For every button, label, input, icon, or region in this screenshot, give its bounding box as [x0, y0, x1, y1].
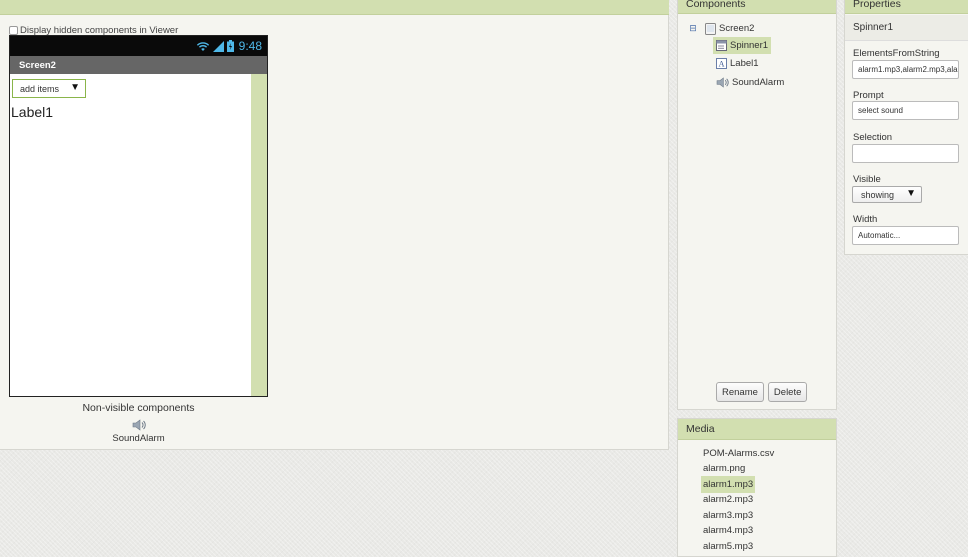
collapse-icon[interactable]: ⊟ [689, 24, 697, 33]
media-item[interactable]: alarm5.mp3 [701, 538, 755, 555]
tree-item-spinner1[interactable]: Spinner1 [713, 37, 772, 54]
phone-preview: 9:48 Screen2 add items ▼ Label1 [9, 35, 268, 397]
rename-button[interactable]: Rename [716, 382, 764, 402]
media-item[interactable]: alarm.png [701, 460, 747, 477]
screen-title-bar: Screen2 [10, 56, 267, 74]
properties-component-name: Spinner1 [845, 15, 968, 41]
properties-panel: Properties Spinner1 ElementsFromString a… [844, 0, 968, 255]
screen-icon [705, 22, 716, 35]
components-header: Components [678, 0, 836, 14]
media-item[interactable]: alarm2.mp3 [701, 491, 755, 508]
selection-label: Selection [853, 132, 893, 143]
phone-content-area: add items ▼ Label1 [10, 74, 251, 396]
dropdown-arrow-icon: ▼ [70, 82, 80, 93]
tree-item-label: Screen2 [719, 23, 755, 34]
media-panel: Media POM-Alarms.csv alarm.png alarm1.mp… [677, 418, 837, 557]
tree-item-label: SoundAlarm [732, 77, 785, 88]
label1-preview[interactable]: Label1 [11, 104, 53, 120]
label-icon: A [716, 58, 727, 69]
status-time: 9:48 [238, 39, 262, 53]
media-header: Media [678, 419, 836, 440]
nonvisible-components-title: Non-visible components [82, 402, 195, 414]
elements-from-string-label: ElementsFromString [853, 48, 940, 59]
phone-scrollbar[interactable] [251, 74, 267, 396]
phone-status-bar: 9:48 [10, 36, 267, 56]
wifi-icon [196, 41, 209, 51]
visible-select[interactable]: showing ▼ [852, 186, 922, 203]
delete-button[interactable]: Delete [767, 382, 808, 402]
signal-icon [212, 40, 224, 52]
components-panel: Components ⊟ Screen2 Spinner1 A Label1 S [677, 0, 837, 410]
viewer-panel: Display hidden components in Viewer 9:48… [0, 0, 669, 450]
battery-icon [226, 40, 234, 52]
speaker-icon[interactable] [132, 419, 146, 431]
selection-input[interactable] [852, 144, 959, 163]
visible-select-value: showing [861, 189, 895, 200]
display-hidden-label: Display hidden components in Viewer [20, 24, 179, 36]
tree-item-label: Label1 [730, 58, 759, 69]
nonvisible-soundalarm-label[interactable]: SoundAlarm [9, 433, 268, 444]
spinner1-preview-text: add items [20, 83, 60, 94]
prompt-label: Prompt [853, 90, 884, 101]
tree-item-soundalarm[interactable]: SoundAlarm [713, 74, 787, 91]
prompt-input[interactable]: select sound [852, 101, 959, 120]
svg-text:A: A [719, 60, 725, 69]
tree-item-screen2[interactable]: Screen2 [702, 20, 757, 37]
visible-label: Visible [853, 174, 881, 185]
viewer-header-bar [0, 0, 669, 15]
elements-from-string-input[interactable]: alarm1.mp3,alarm2.mp3,alarm [852, 60, 959, 79]
dropdown-arrow-icon: ▼ [906, 188, 916, 199]
media-item[interactable]: alarm4.mp3 [701, 522, 755, 539]
display-hidden-checkbox[interactable] [9, 25, 18, 35]
components-button-group: Rename Delete [716, 382, 808, 402]
speaker-icon [716, 77, 729, 88]
tree-item-label1[interactable]: A Label1 [713, 55, 762, 72]
width-input[interactable]: Automatic... [852, 226, 959, 245]
properties-header: Properties [845, 0, 968, 14]
width-label: Width [853, 214, 878, 225]
spinner1-preview[interactable]: add items ▼ [12, 79, 86, 98]
tree-item-label: Spinner1 [730, 40, 769, 51]
spinner-icon [716, 40, 727, 51]
